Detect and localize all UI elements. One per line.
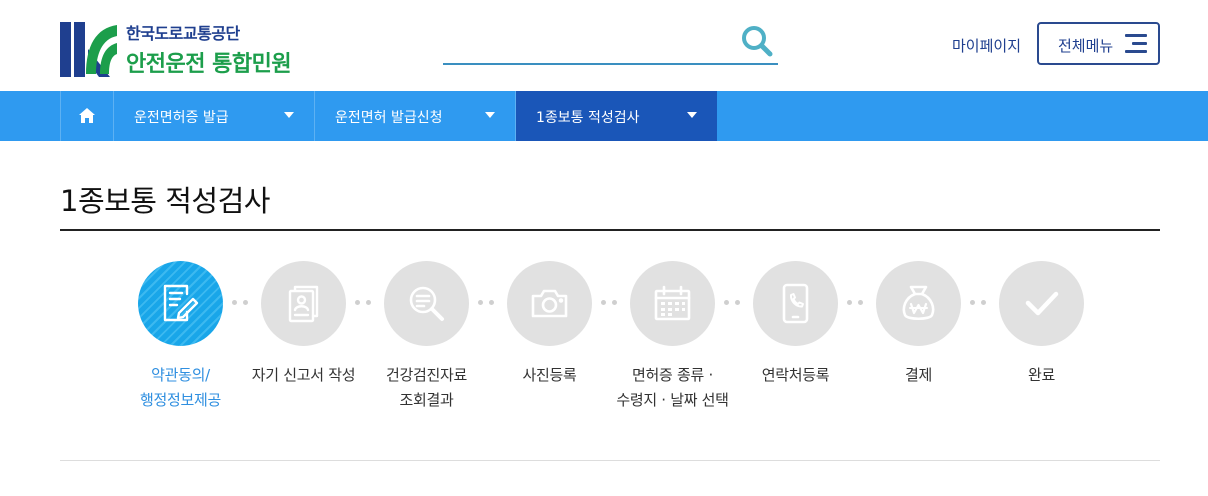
section-divider bbox=[60, 460, 1160, 461]
step-connector bbox=[970, 300, 988, 306]
mypage-link[interactable]: 마이페이지 bbox=[952, 35, 1021, 56]
step-connector bbox=[601, 300, 619, 306]
step-label: 약관동의/ 행정정보제공 bbox=[139, 366, 221, 409]
step-label: 자기 신고서 작성 bbox=[251, 366, 356, 384]
hamburger-icon bbox=[1125, 34, 1147, 54]
calendar-icon bbox=[654, 285, 691, 321]
search-input[interactable] bbox=[443, 28, 733, 58]
logo-org-name: 한국도로교통공단 bbox=[126, 24, 240, 43]
step-circle bbox=[138, 261, 223, 346]
caret-down-icon bbox=[687, 112, 697, 118]
nav-dropdown-label: 운전면허증 발급 bbox=[134, 110, 229, 126]
camera-icon bbox=[531, 289, 568, 318]
step-circle bbox=[384, 261, 469, 346]
check-icon bbox=[1025, 291, 1059, 316]
step-circle bbox=[507, 261, 592, 346]
search-bar bbox=[443, 22, 778, 65]
phone-icon bbox=[782, 283, 809, 324]
step-label: 완료 bbox=[1027, 366, 1055, 384]
site-logo[interactable]: 한국도로교통공단 안전운전 통합민원 bbox=[60, 20, 320, 78]
step-connector bbox=[355, 300, 373, 306]
step-circle bbox=[261, 261, 346, 346]
all-menu-label: 전체메뉴 bbox=[1058, 37, 1114, 55]
step-circle bbox=[630, 261, 715, 346]
step-circle bbox=[876, 261, 961, 346]
step-label: 면허증 종류 · 수령지 · 날짜 선택 bbox=[616, 366, 729, 409]
document-sign-icon bbox=[163, 284, 199, 322]
self-report-icon bbox=[288, 285, 319, 323]
all-menu-button[interactable]: 전체메뉴 bbox=[1037, 22, 1160, 65]
step-circle bbox=[999, 261, 1084, 346]
step-connector bbox=[847, 300, 865, 306]
step-connector bbox=[478, 300, 496, 306]
site-header: 한국도로교통공단 안전운전 통합민원 마이페이지 전체메뉴 bbox=[0, 0, 1208, 91]
logo-service-name: 안전운전 통합민원 bbox=[126, 52, 292, 77]
step-label: 연락처등록 bbox=[761, 366, 830, 384]
step-circle bbox=[753, 261, 838, 346]
nav-dropdown-license-issue[interactable]: 운전면허증 발급 bbox=[114, 91, 315, 141]
won-bag-icon bbox=[902, 285, 935, 321]
page-title: 1종보통 적성검사 bbox=[60, 184, 270, 218]
nav-dropdown-license-apply[interactable]: 운전면허 발급신청 bbox=[315, 91, 516, 141]
step-connector bbox=[232, 300, 250, 306]
step-label: 건강검진자료 조회결과 bbox=[385, 366, 467, 409]
nav-dropdown-aptitude-test[interactable]: 1종보통 적성검사 bbox=[516, 91, 717, 141]
home-icon bbox=[79, 108, 95, 123]
search-icon[interactable] bbox=[740, 24, 774, 58]
magnifier-icon bbox=[409, 286, 444, 321]
nav-home-button[interactable] bbox=[60, 91, 114, 141]
step-connector bbox=[724, 300, 742, 306]
caret-down-icon bbox=[485, 112, 495, 118]
nav-dropdown-label: 1종보통 적성검사 bbox=[536, 110, 640, 126]
koroad-logo-icon bbox=[60, 22, 117, 77]
caret-down-icon bbox=[284, 112, 294, 118]
title-divider bbox=[60, 229, 1160, 231]
step-label: 사진등록 bbox=[522, 366, 577, 384]
breadcrumb-nav: 운전면허증 발급 운전면허 발급신청 1종보통 적성검사 bbox=[0, 91, 1208, 141]
step-label: 결제 bbox=[904, 366, 932, 384]
nav-dropdown-label: 운전면허 발급신청 bbox=[335, 110, 443, 126]
